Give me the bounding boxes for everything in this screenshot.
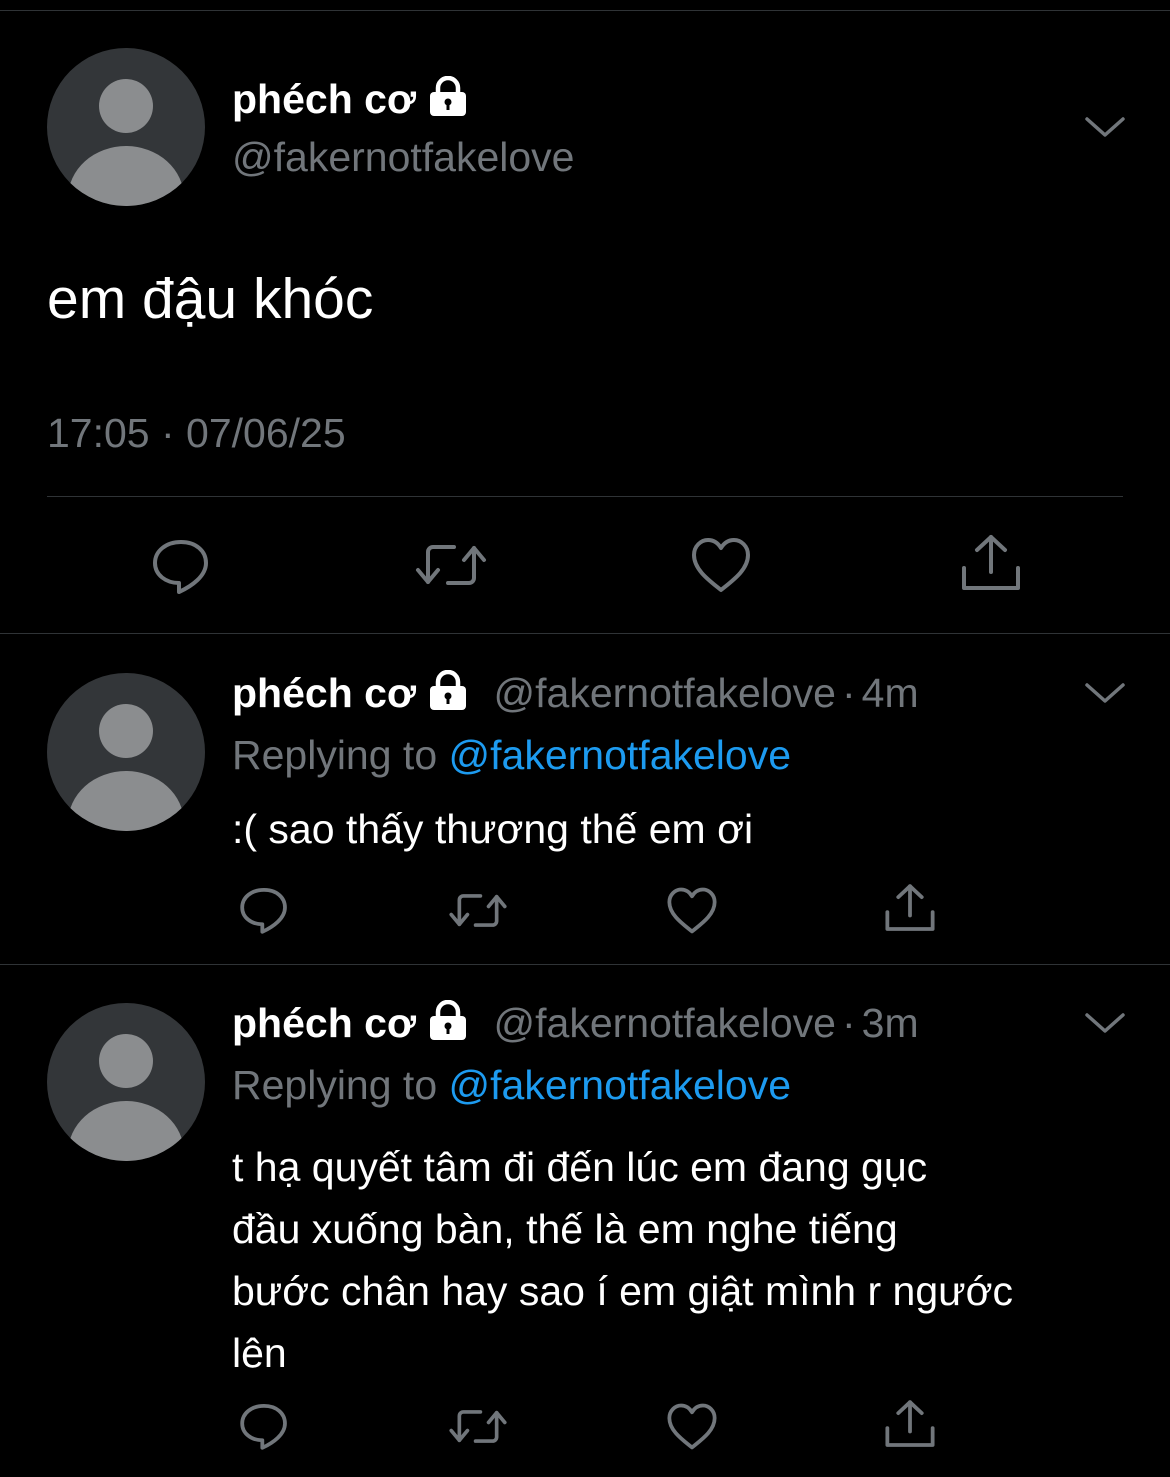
- replying-to: Replying to @fakernotfakelove: [232, 1062, 791, 1109]
- reply-text: :( sao thấy thương thế em ơi: [232, 806, 754, 852]
- retweet-button[interactable]: [448, 1406, 508, 1452]
- retweet-button[interactable]: [414, 540, 488, 595]
- reply-text: t hạ quyết tâm đi đến lúc em đang gục đầ…: [232, 1136, 1013, 1384]
- reply-time[interactable]: 3m: [862, 1000, 919, 1046]
- lock-icon: [426, 999, 470, 1050]
- like-icon: [692, 538, 750, 592]
- timestamp[interactable]: 17:05 · 07/06/25: [47, 410, 346, 457]
- replying-to: Replying to @fakernotfakelove: [232, 732, 791, 779]
- chevron-down-icon[interactable]: [1084, 114, 1126, 145]
- reply-text-line: bước chân hay sao í em giật mình r ngước: [232, 1268, 1013, 1314]
- reply-icon: [240, 887, 287, 934]
- reply-header: phéch cơ @fakernotfakelove · 4m: [232, 669, 919, 720]
- lock-icon: [426, 75, 470, 126]
- tweet-text: em đậu khóc: [47, 267, 374, 331]
- chevron-down-icon[interactable]: [1084, 680, 1126, 711]
- mention-link[interactable]: @fakernotfakelove: [449, 732, 791, 778]
- like-button[interactable]: [666, 886, 718, 940]
- top-divider: [0, 10, 1170, 11]
- reply-button[interactable]: [238, 884, 290, 941]
- retweet-icon: [449, 1410, 507, 1443]
- reply-button[interactable]: [150, 536, 212, 601]
- retweet-button[interactable]: [448, 890, 508, 936]
- handle[interactable]: @fakernotfakelove: [494, 1000, 836, 1046]
- chevron-down-icon[interactable]: [1084, 1010, 1126, 1041]
- display-name[interactable]: phéch cơ: [232, 670, 416, 716]
- reply-icon: [153, 540, 208, 594]
- share-icon: [885, 884, 935, 931]
- share-button[interactable]: [884, 882, 936, 939]
- reply-time[interactable]: 4m: [862, 670, 919, 716]
- like-button[interactable]: [666, 1402, 718, 1456]
- reply-text-line: t hạ quyết tâm đi đến lúc em đang gục: [232, 1144, 928, 1190]
- like-icon: [667, 887, 717, 934]
- share-button[interactable]: [884, 1398, 936, 1455]
- retweet-icon: [449, 894, 507, 927]
- lock-icon: [426, 669, 470, 720]
- reply-text-line: lên: [232, 1330, 287, 1376]
- handle[interactable]: @fakernotfakelove: [494, 670, 836, 716]
- replying-label: Replying to: [232, 732, 438, 778]
- reply-icon: [240, 1403, 287, 1450]
- share-icon: [885, 1400, 935, 1447]
- reply-header: phéch cơ @fakernotfakelove · 3m: [232, 999, 919, 1050]
- display-name[interactable]: phéch cơ: [232, 75, 470, 126]
- share-icon: [962, 535, 1020, 590]
- like-button[interactable]: [690, 536, 752, 599]
- reply-text-line: đầu xuống bàn, thế là em nghe tiếng: [232, 1206, 898, 1252]
- mention-link[interactable]: @fakernotfakelove: [449, 1062, 791, 1108]
- divider: [0, 964, 1170, 965]
- avatar[interactable]: [47, 673, 205, 831]
- avatar[interactable]: [47, 1003, 205, 1161]
- like-icon: [667, 1403, 717, 1450]
- divider: [47, 496, 1123, 497]
- reply-button[interactable]: [238, 1400, 290, 1457]
- divider: [0, 633, 1170, 634]
- separator-dot: ·: [841, 670, 856, 716]
- display-name-text: phéch cơ: [232, 76, 417, 122]
- display-name[interactable]: phéch cơ: [232, 1000, 416, 1046]
- replying-label: Replying to: [232, 1062, 438, 1108]
- retweet-icon: [416, 545, 486, 585]
- handle[interactable]: @fakernotfakelove: [232, 134, 574, 181]
- share-button[interactable]: [960, 532, 1022, 599]
- separator-dot: ·: [841, 1000, 856, 1046]
- avatar[interactable]: [47, 48, 205, 206]
